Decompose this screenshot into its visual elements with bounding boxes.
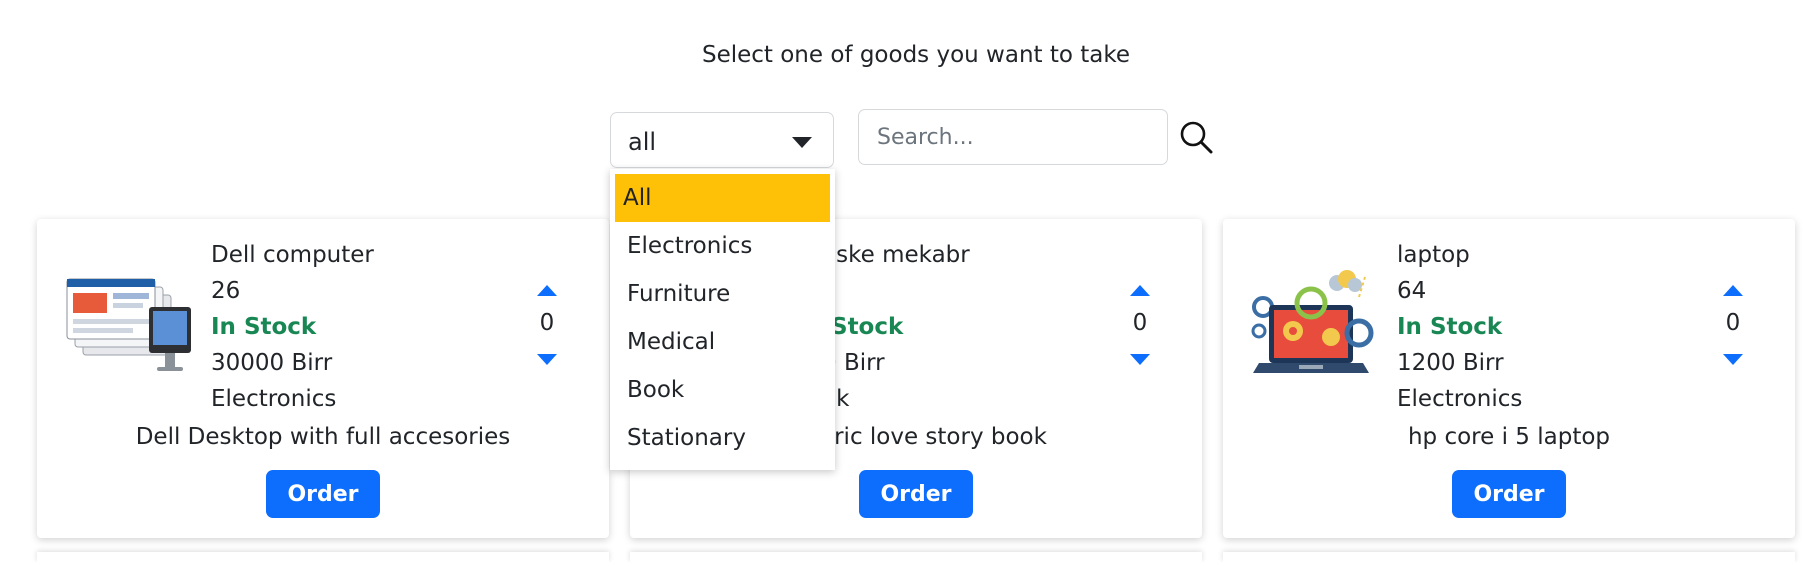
product-name: eske mekabr <box>822 242 970 268</box>
order-button[interactable]: Order <box>266 470 380 518</box>
product-image <box>66 278 191 371</box>
quantity-stepper: 0 <box>1713 273 1753 365</box>
product-category: ok <box>822 386 850 412</box>
order-button[interactable]: Order <box>859 470 973 518</box>
product-price: 1200 Birr <box>1397 350 1504 376</box>
order-quantity: 0 <box>1132 310 1148 336</box>
order-quantity: 0 <box>1725 310 1741 336</box>
product-price: 0 Birr <box>822 350 885 376</box>
product-category: Electronics <box>1397 386 1523 412</box>
dropdown-option-electronics[interactable]: Electronics <box>615 222 830 270</box>
dropdown-option-furniture[interactable]: Furniture <box>615 270 830 318</box>
product-category: Electronics <box>211 386 337 412</box>
order-button[interactable]: Order <box>1452 470 1566 518</box>
product-name: Dell computer <box>211 242 374 268</box>
category-dropdown-list: All Electronics Furniture Medical Book S… <box>610 169 835 470</box>
product-description: aric love story book <box>820 424 1047 450</box>
decrease-arrow-icon[interactable] <box>1723 354 1743 365</box>
quantity-stepper: 0 <box>527 273 567 365</box>
dropdown-option-book[interactable]: Book <box>615 366 830 414</box>
category-select-value: all <box>628 128 657 156</box>
stock-status: Stock <box>831 314 904 340</box>
product-image <box>1251 270 1374 373</box>
product-count: 26 <box>211 278 241 304</box>
product-card: laptop 64 In Stock 1200 Birr Electronics… <box>1223 219 1795 538</box>
product-price: 30000 Birr <box>211 350 333 376</box>
stock-status: In Stock <box>211 314 317 340</box>
product-name: laptop <box>1397 242 1470 268</box>
order-quantity: 0 <box>539 310 555 336</box>
next-card-row-edge <box>37 552 609 562</box>
decrease-arrow-icon[interactable] <box>537 354 557 365</box>
dropdown-option-all[interactable]: All <box>615 174 830 222</box>
product-info: eske mekabr 9 Stock 0 Birr ok <box>822 237 970 417</box>
stock-status: In Stock <box>1397 314 1503 340</box>
product-count: 64 <box>1397 278 1427 304</box>
product-info: laptop 64 In Stock 1200 Birr Electronics <box>1397 237 1522 417</box>
category-select[interactable]: all <box>610 112 834 168</box>
increase-arrow-icon[interactable] <box>537 285 557 296</box>
next-card-row-edge <box>1223 552 1795 562</box>
dropdown-option-medical[interactable]: Medical <box>615 318 830 366</box>
increase-arrow-icon[interactable] <box>1723 285 1743 296</box>
quantity-stepper: 0 <box>1120 273 1160 365</box>
product-description: Dell Desktop with full accesories <box>135 424 511 450</box>
caret-down-icon <box>792 137 812 148</box>
product-info: Dell computer 26 In Stock 30000 Birr Ele… <box>211 237 374 417</box>
decrease-arrow-icon[interactable] <box>1130 354 1150 365</box>
product-description: hp core i 5 laptop <box>1407 424 1611 450</box>
product-count: 9 <box>822 273 970 309</box>
page-heading: Select one of goods you want to take <box>701 42 1131 68</box>
search-input[interactable] <box>858 109 1168 165</box>
dropdown-option-stationary[interactable]: Stationary <box>615 414 830 462</box>
search-icon[interactable] <box>1178 119 1214 155</box>
increase-arrow-icon[interactable] <box>1130 285 1150 296</box>
next-card-row-edge <box>630 552 1202 562</box>
product-card: Dell computer 26 In Stock 30000 Birr Ele… <box>37 219 609 538</box>
